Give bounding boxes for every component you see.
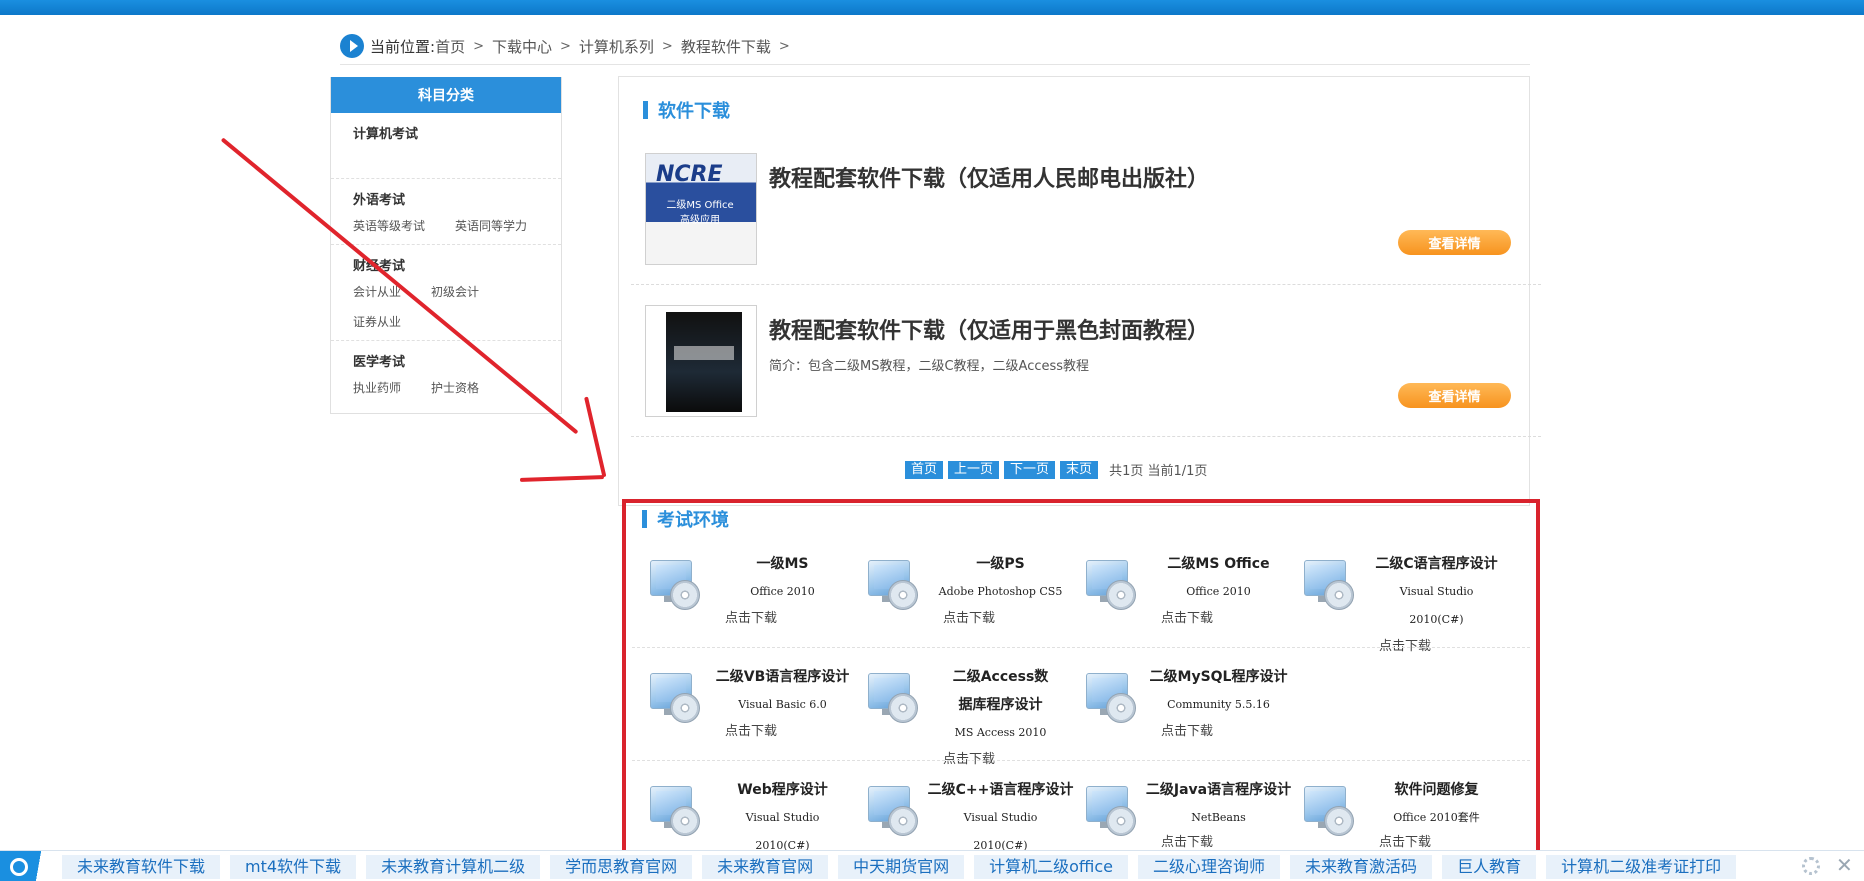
bottom-link[interactable]: 巨人教育 [1442, 855, 1537, 879]
breadcrumb-tutorial-software[interactable]: 教程软件下载 [681, 36, 771, 57]
top-banner [0, 0, 1864, 15]
software-title[interactable]: 教程配套软件下载（仅适用于黑色封面教程） [769, 313, 1209, 345]
prev-page-button[interactable]: 上一页 [948, 460, 1000, 479]
annotation-highlight-box [622, 499, 1540, 865]
sidebar-title: 科目分类 [331, 77, 561, 113]
close-icon[interactable]: ✕ [1836, 853, 1853, 877]
bottom-link-bar: 未来教育软件下载 mt4软件下载 未来教育计算机二级 学而思教育官网 未来教育官… [0, 850, 1864, 881]
category-link[interactable]: 英语等级考试 [353, 211, 425, 241]
black-book-cover [666, 312, 742, 412]
breadcrumb-divider [340, 64, 1530, 65]
bottom-link[interactable]: 计算机二级准考证打印 [1546, 855, 1737, 879]
category-link[interactable]: 执业药师 [353, 373, 401, 403]
bottom-link[interactable]: mt4软件下载 [230, 855, 357, 879]
category-title[interactable]: 计算机考试 [353, 123, 561, 145]
view-details-button[interactable]: 查看详情 [1398, 230, 1511, 255]
bottom-link[interactable]: 未来教育激活码 [1290, 855, 1433, 879]
breadcrumb-label: 当前位置: [370, 37, 436, 56]
software-title[interactable]: 教程配套软件下载（仅适用人民邮电出版社） [769, 161, 1209, 193]
page-info: 共1页 当前1/1页 [1109, 464, 1208, 479]
bottom-link[interactable]: 二级心理咨询师 [1138, 855, 1281, 879]
software-item: NCRE 二级MS Office 高级应用 教程配套软件下载（仅适用人民邮电出版… [631, 133, 1541, 285]
gear-icon[interactable] [1802, 857, 1820, 875]
book-cover-image[interactable] [645, 305, 757, 417]
software-item: 教程配套软件下载（仅适用于黑色封面教程） 简介：包含二级MS教程，二级C教程，二… [631, 285, 1541, 437]
breadcrumb-computer-series[interactable]: 计算机系列 [579, 36, 654, 57]
software-description: 简介：包含二级MS教程，二级C教程，二级Access教程 [769, 359, 1090, 374]
category-link[interactable]: 护士资格 [431, 373, 479, 403]
cover-logo: NCRE [656, 162, 723, 187]
content-panel: 软件下载 NCRE 二级MS Office 高级应用 教程配套软件下载（仅适用人… [618, 76, 1541, 506]
book-cover-image[interactable]: NCRE 二级MS Office 高级应用 [645, 153, 757, 265]
category-title[interactable]: 医学考试 [353, 351, 561, 373]
first-page-button[interactable]: 首页 [905, 460, 944, 479]
search-logo-icon[interactable] [0, 851, 46, 881]
breadcrumb: 当前位置: 首页 > 下载中心 > 计算机系列 > 教程软件下载 > [340, 32, 798, 60]
category-sidebar: 科目分类 计算机考试 外语考试 英语等级考试 英语同等学力 财经考试 会计从业 … [330, 77, 562, 414]
chevron-right-icon: > [661, 38, 673, 54]
chevron-right-icon: > [560, 38, 571, 54]
category-language: 外语考试 英语等级考试 英语同等学力 [331, 179, 561, 245]
category-link[interactable]: 初级会计 [431, 277, 479, 307]
category-link[interactable]: 英语同等学力 [455, 211, 527, 241]
chevron-right-icon: > [473, 38, 484, 54]
bottom-link[interactable]: 计算机二级office [974, 855, 1129, 879]
play-icon [340, 34, 364, 58]
bottom-link[interactable]: 未来教育官网 [702, 855, 829, 879]
pagination: 首页 上一页 下一页 末页 共1页 当前1/1页 [905, 460, 1207, 479]
category-medical: 医学考试 执业药师 护士资格 [331, 341, 561, 413]
category-computer: 计算机考试 [331, 113, 561, 179]
view-details-button[interactable]: 查看详情 [1398, 383, 1511, 408]
last-page-button[interactable]: 末页 [1060, 460, 1099, 479]
bottom-link[interactable]: 中天期货官网 [838, 855, 965, 879]
bottom-link[interactable]: 学而思教育官网 [550, 855, 693, 879]
annotation-arrowhead-side [584, 396, 607, 478]
breadcrumb-home[interactable]: 首页 [435, 36, 465, 57]
chevron-right-icon: > [778, 38, 790, 54]
next-page-button[interactable]: 下一页 [1004, 460, 1056, 479]
category-title[interactable]: 外语考试 [353, 189, 561, 211]
breadcrumb-download-center[interactable]: 下载中心 [492, 36, 552, 57]
section-title-software: 软件下载 [643, 97, 730, 123]
cover-band: 二级MS Office 高级应用 [666, 200, 734, 226]
annotation-arrowhead-bottom [519, 475, 605, 482]
bottom-link[interactable]: 未来教育软件下载 [62, 855, 221, 879]
bottom-link[interactable]: 未来教育计算机二级 [366, 855, 541, 879]
